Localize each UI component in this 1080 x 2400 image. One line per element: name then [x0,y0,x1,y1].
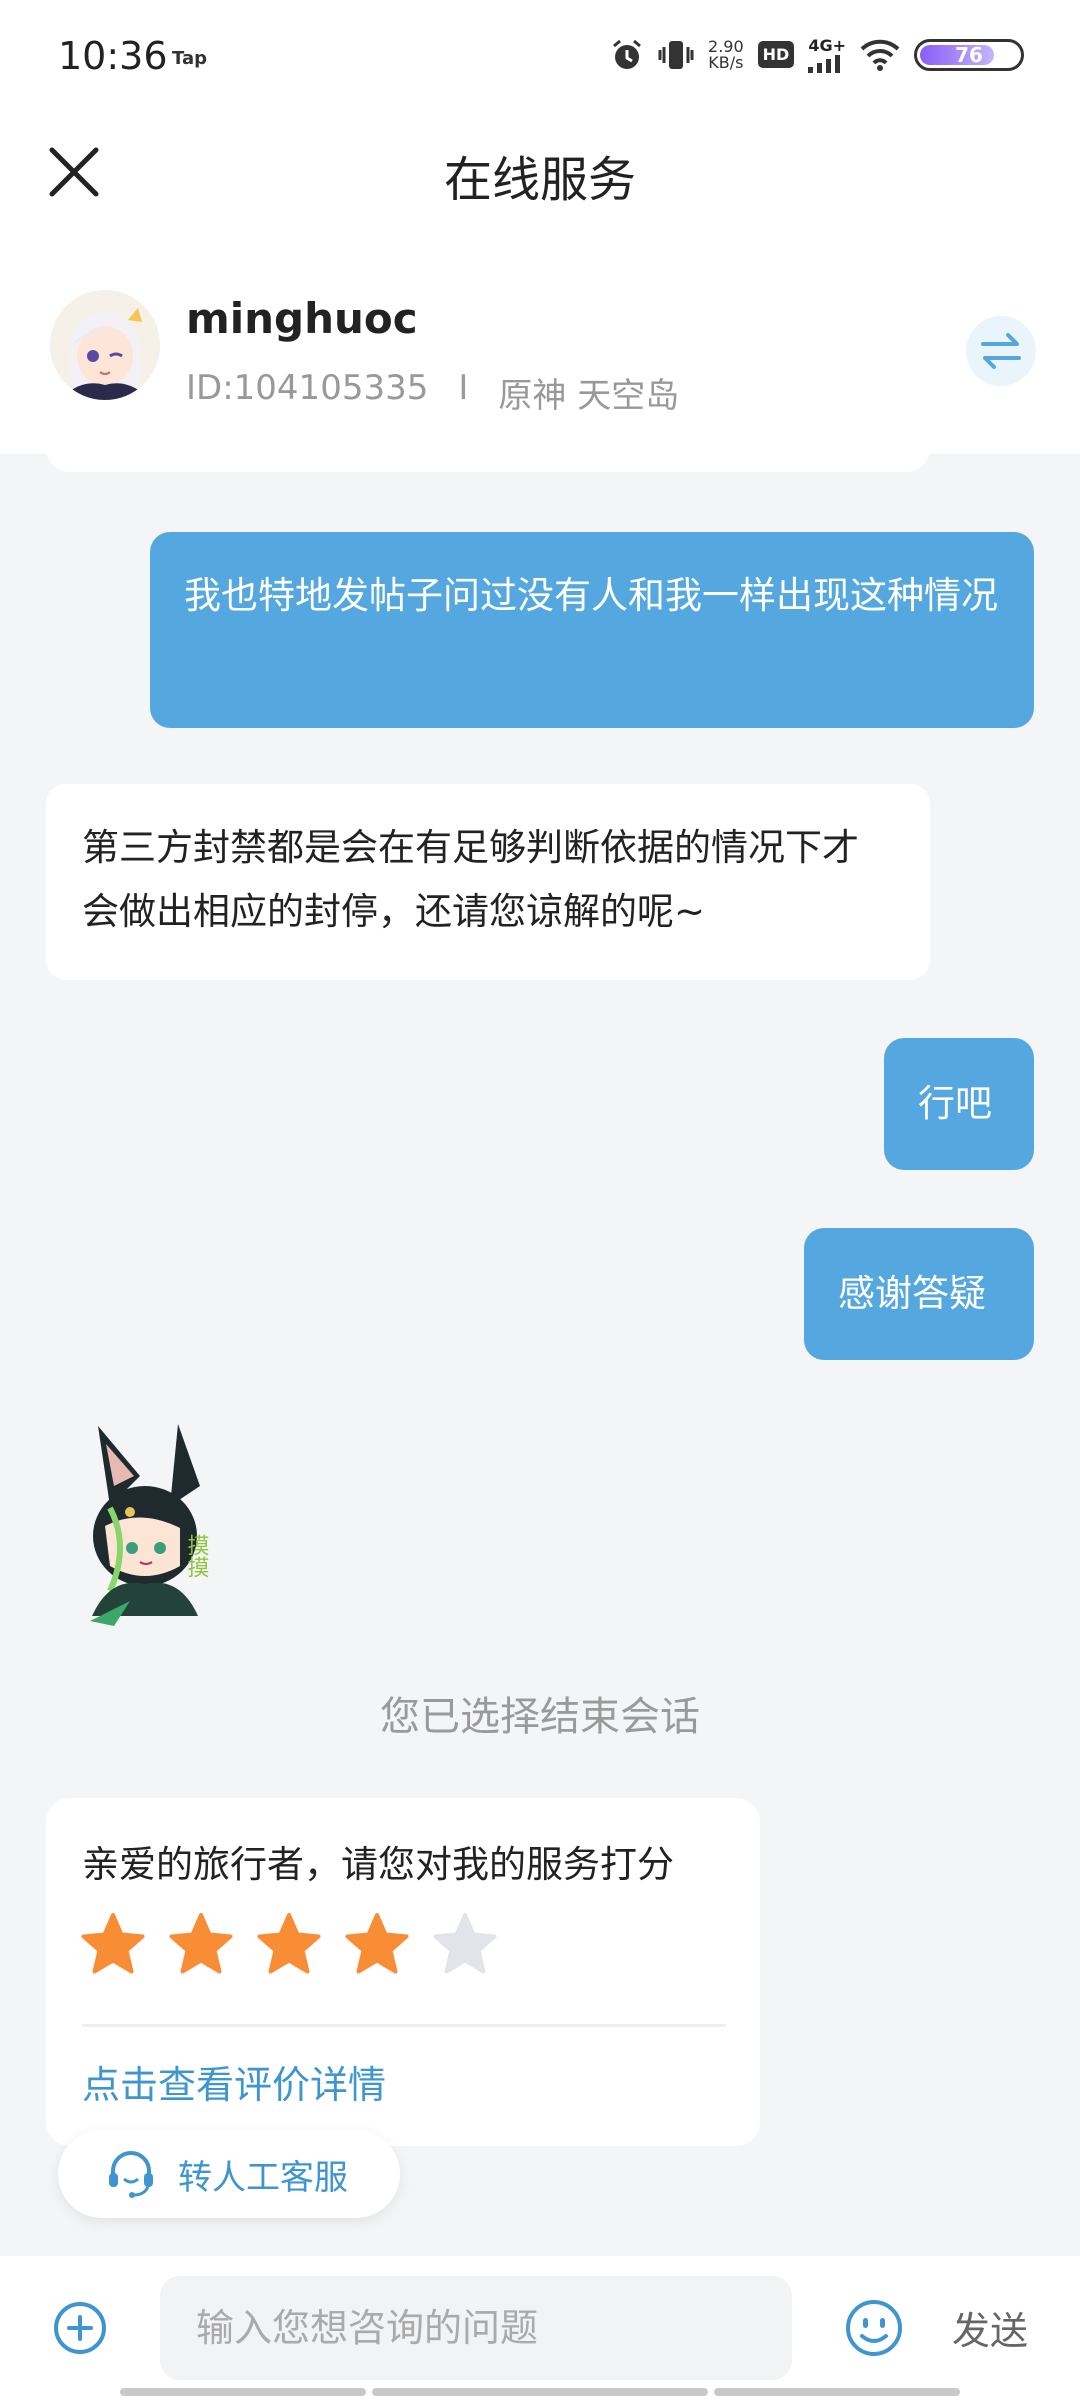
send-button[interactable]: 发送 [952,2300,1028,2355]
user-message-bubble: 感谢答疑 [804,1228,1034,1360]
star-filled-icon[interactable] [256,1912,322,1978]
status-tap-label: Tap [172,48,207,69]
star-filled-icon[interactable] [80,1912,146,1978]
user-header: minghuoc ID:104105335 I 原神 天空岛 [0,220,1080,454]
status-time: 10:36 [58,34,168,78]
user-meta: ID:104105335 I 原神 天空岛 [186,368,679,417]
nav-indicator [120,2388,366,2396]
page-title: 在线服务 [443,152,636,208]
nav-indicator [372,2388,708,2396]
user-id: ID:104105335 [186,368,429,408]
alarm-icon [613,39,641,69]
plus-circle-icon[interactable] [52,2300,108,2356]
swap-arrows-icon [981,333,1021,369]
net-speed: 2.90 KB/s [708,38,744,72]
wifi-icon [860,39,900,71]
star-filled-icon[interactable] [344,1912,410,1978]
transfer-to-human-button[interactable]: 转人工客服 [58,2130,400,2218]
transfer-to-human-label: 转人工客服 [178,2157,348,2198]
message-text: 我也特地发帖子问过没有人和我一样出现这种情况 [184,574,998,617]
nav-indicator [714,2388,960,2396]
divider [82,2024,726,2027]
vibrate-icon [658,40,694,69]
battery-indicator: 76 [914,38,1024,71]
rating-question: 亲爱的旅行者，请您对我的服务打分 [82,1843,674,1886]
avatar[interactable] [50,290,160,400]
battery-level: 76 [955,42,983,67]
previous-message-bubble [46,420,930,472]
star-filled-icon[interactable] [168,1912,234,1978]
avatar-character-icon [50,290,160,400]
hd-badge: HD [757,41,795,68]
session-ended-note: 您已选择结束会话 [380,1694,700,1740]
status-bar: 10:36 Tap 2.90 KB/s HD 4G+ 76 [0,0,1080,120]
switch-account-button[interactable] [966,316,1036,386]
emoji-icon[interactable] [844,2298,904,2358]
rating-card: 亲爱的旅行者，请您对我的服务打分 点击查看评价详情 [46,1798,760,2146]
title-bar: 在线服务 [0,120,1080,220]
headset-icon [109,2151,153,2198]
username: minghuoc [186,294,418,343]
rating-stars[interactable] [80,1912,498,1978]
user-message-bubble: 行吧 [884,1038,1034,1170]
fox-character-sticker: 摸摸 [90,1424,210,1626]
signal-label: 4G+ [808,36,846,55]
sticker-caption: 摸摸 [184,1534,210,1578]
user-server: 原神 天空岛 [498,376,680,416]
message-text: 第三方封禁都是会在有足够判断依据的情况下才会做出相应的封停，还请您谅解的呢~ [82,826,859,933]
net-speed-unit: KB/s [708,52,744,72]
meta-separator: I [458,368,469,408]
cell-signal: 4G+ [808,36,846,73]
message-text: 感谢答疑 [838,1272,986,1315]
input-bar: 发送 [0,2256,1080,2400]
view-rating-details-link[interactable]: 点击查看评价详情 [82,2054,386,2109]
message-text: 行吧 [918,1082,992,1125]
message-input[interactable] [160,2276,792,2380]
signal-bars-icon [808,55,841,73]
user-message-bubble: 我也特地发帖子问过没有人和我一样出现这种情况 [150,532,1034,728]
agent-message-bubble: 第三方封禁都是会在有足够判断依据的情况下才会做出相应的封停，还请您谅解的呢~ [46,784,930,980]
status-icons: 2.90 KB/s HD 4G+ 76 [610,36,1024,73]
star-empty-icon[interactable] [432,1912,498,1978]
